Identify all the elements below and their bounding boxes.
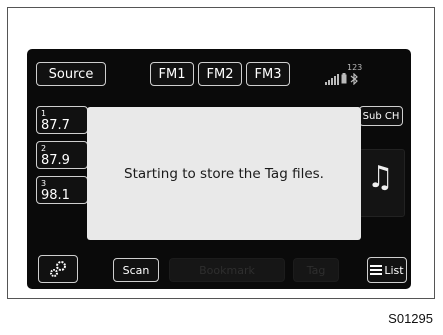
dialog-message: Starting to store the Tag files. (124, 165, 324, 182)
tag-store-dialog: Starting to store the Tag files. (87, 107, 361, 240)
list-label: List (384, 263, 404, 277)
preset-frequency: 98.1 (41, 188, 70, 203)
list-button[interactable]: List (367, 257, 407, 283)
band-fm2-button[interactable]: FM2 (198, 62, 242, 86)
settings-button[interactable] (38, 255, 78, 283)
bookmark-button[interactable]: Bookmark (169, 258, 285, 282)
preset-1-button[interactable]: 1 87.7 (36, 106, 88, 134)
preset-number: 2 (41, 144, 47, 153)
music-note-icon: ♫ (367, 160, 394, 195)
band-fm3-button[interactable]: FM3 (246, 62, 290, 86)
scan-button[interactable]: Scan (113, 258, 159, 282)
tag-button[interactable]: Tag (293, 258, 339, 282)
sub-ch-button[interactable]: Sub CH (359, 106, 403, 126)
preset-number: 3 (41, 179, 47, 188)
list-icon (370, 265, 383, 275)
band-fm1-button[interactable]: FM1 (150, 62, 194, 86)
gear-icon (50, 261, 66, 277)
battery-icon (341, 73, 347, 84)
signal-icon (325, 74, 339, 85)
figure-caption: S01295 (388, 311, 433, 326)
status-number: 123 (347, 63, 363, 72)
preset-2-button[interactable]: 2 87.9 (36, 141, 88, 169)
bluetooth-icon (350, 73, 358, 85)
source-button[interactable]: Source (36, 62, 106, 86)
preset-frequency: 87.7 (41, 118, 70, 133)
preset-frequency: 87.9 (41, 153, 70, 168)
preset-number: 1 (41, 109, 47, 118)
preset-3-button[interactable]: 3 98.1 (36, 176, 88, 204)
